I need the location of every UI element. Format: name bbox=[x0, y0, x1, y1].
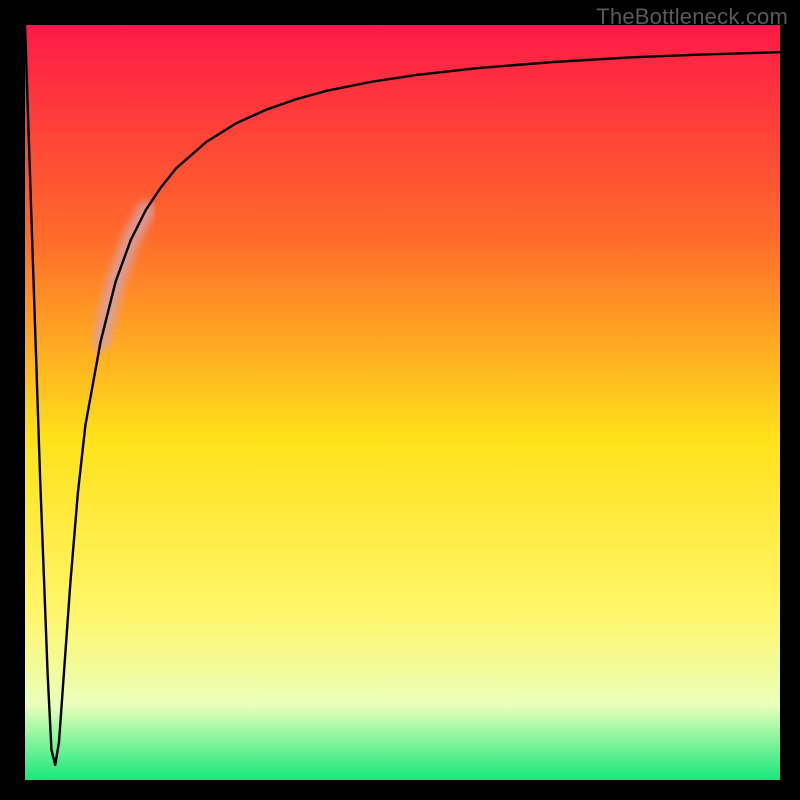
chart-frame: TheBottleneck.com bbox=[0, 0, 800, 800]
gradient-background bbox=[25, 25, 780, 780]
chart-svg bbox=[25, 25, 780, 780]
plot-area bbox=[25, 25, 780, 780]
watermark-text: TheBottleneck.com bbox=[596, 4, 788, 30]
